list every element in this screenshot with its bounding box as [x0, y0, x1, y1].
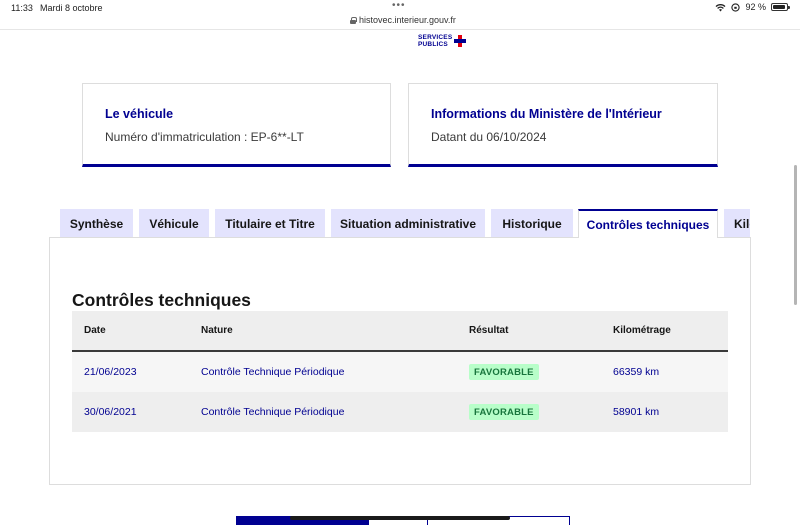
battery-icon	[771, 3, 790, 11]
ministry-card: Informations du Ministère de l'Intérieur…	[408, 83, 718, 167]
cell-date: 21/06/2023	[84, 366, 137, 378]
logo-text: SERVICES PUBLICS	[418, 34, 452, 48]
table-header: Date Nature Résultat Kilométrage	[72, 311, 728, 352]
vehicle-card: Le véhicule Numéro d'immatriculation : E…	[82, 83, 391, 167]
plus-icon	[454, 35, 467, 47]
header-result: Résultat	[469, 325, 509, 336]
vehicle-card-title: Le véhicule	[105, 107, 174, 121]
home-indicator[interactable]	[290, 516, 510, 520]
status-date: Mardi 8 octobre	[40, 3, 103, 13]
registration-number: Numéro d'immatriculation : EP-6**-LT	[105, 130, 304, 144]
cell-km: 58901 km	[613, 406, 660, 418]
battery-fill	[773, 5, 785, 9]
wifi-icon	[716, 3, 726, 11]
scrollbar[interactable]	[794, 165, 797, 305]
tab-titulaire[interactable]: Titulaire et Titre	[215, 209, 325, 238]
status-time: 11:33	[11, 3, 33, 13]
tab-situation[interactable]: Situation administrative	[331, 209, 485, 238]
result-badge: FAVORABLE	[469, 404, 539, 420]
logo-line1: SERVICES	[418, 34, 453, 41]
services-publics-logo[interactable]: SERVICES PUBLICS	[418, 34, 467, 48]
tab-controles-techniques[interactable]: Contrôles techniques	[578, 209, 718, 238]
table-row: 21/06/2023 Contrôle Technique Périodique…	[72, 352, 728, 392]
tab-synthese[interactable]: Synthèse	[60, 209, 133, 238]
controles-table: Date Nature Résultat Kilométrage 21/06/2…	[72, 311, 728, 432]
logo-line2: PUBLICS	[418, 41, 448, 48]
cell-date: 30/06/2021	[84, 406, 137, 418]
address-url: histovec.interieur.gouv.fr	[359, 15, 456, 25]
battery-percent: 92 %	[745, 2, 766, 12]
lock-icon	[350, 16, 357, 24]
address-bar[interactable]: histovec.interieur.gouv.fr	[350, 15, 460, 25]
cell-nature: Contrôle Technique Périodique	[201, 366, 345, 378]
header-nature: Nature	[201, 325, 233, 336]
cell-nature: Contrôle Technique Périodique	[201, 406, 345, 418]
more-dots-icon[interactable]: •••	[392, 0, 406, 11]
tab-historique[interactable]: Historique	[491, 209, 573, 238]
ministry-date: Datant du 06/10/2024	[431, 130, 547, 144]
tab-kilometrage[interactable]: Kilo	[724, 209, 750, 238]
header-date: Date	[84, 325, 106, 336]
status-bar: 11:33 Mardi 8 octobre ••• histovec.inter…	[0, 0, 800, 30]
orientation-lock-icon	[731, 2, 741, 12]
status-indicators: 92 %	[715, 2, 790, 12]
cell-km: 66359 km	[613, 366, 660, 378]
tab-vehicule[interactable]: Véhicule	[139, 209, 209, 238]
table-row: 30/06/2021 Contrôle Technique Périodique…	[72, 392, 728, 432]
ministry-card-title: Informations du Ministère de l'Intérieur	[431, 107, 662, 121]
tab-bar: Synthèse Véhicule Titulaire et Titre Sit…	[60, 209, 750, 238]
result-badge: FAVORABLE	[469, 364, 539, 380]
header-km: Kilométrage	[613, 325, 671, 336]
section-title: Contrôles techniques	[72, 290, 251, 310]
